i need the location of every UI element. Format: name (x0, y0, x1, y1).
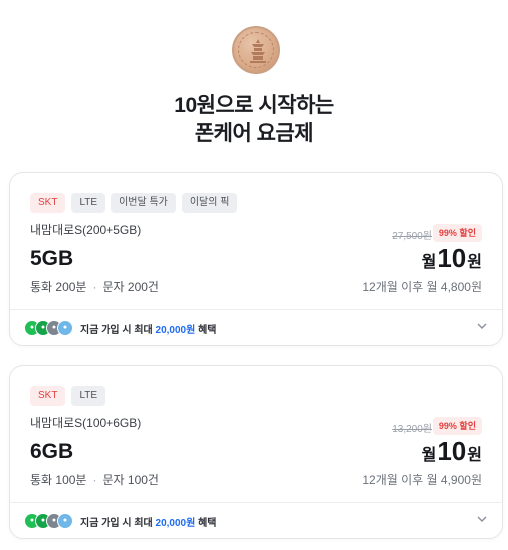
original-price: 13,200원 (392, 424, 432, 435)
usage-details: 통화 100분 · 문자 100건 (30, 471, 159, 488)
chevron-down-icon[interactable] (476, 513, 488, 525)
benefit-text: 지금 가입 시 최대 20,000원 혜택 (80, 514, 217, 529)
divider (10, 502, 502, 503)
plan-name: 내맘대로S(200+5GB) (30, 223, 142, 237)
benefit-prefix: 지금 가입 시 최대 (80, 324, 156, 336)
original-price: 27,500원 (392, 231, 432, 242)
carrier-tag: SKT (30, 193, 66, 213)
price-suffix: 원 (467, 254, 482, 271)
data-allowance: 6GB (30, 440, 74, 463)
separator-dot: · (92, 473, 97, 487)
price-suffix: 원 (467, 447, 482, 464)
discount-badge: 99% 할인 (432, 224, 482, 242)
benefit-amount: 20,000원 (155, 324, 196, 336)
benefit-row[interactable]: ● ● ● ● 지금 가입 시 최대 20,000원 혜택 (24, 319, 217, 337)
network-tag: LTE (71, 193, 106, 213)
plan-name: 내맘대로S(100+6GB) (30, 416, 142, 430)
after-promo-price: 12개월 이후 월 4,900원 (362, 473, 482, 487)
carrier-tag: SKT (30, 386, 66, 406)
benefit-text: 지금 가입 시 최대 20,000원 혜택 (80, 321, 217, 336)
pagoda-icon (250, 39, 266, 63)
promo-tag: 이번달 특가 (111, 193, 176, 213)
monthly-price: 월10원 (422, 243, 482, 274)
network-tag: LTE (71, 386, 106, 406)
headline-line-2: 폰케어 요금제 (194, 122, 314, 145)
call-minutes: 통화 100분 (30, 473, 87, 487)
sms-count: 문자 100건 (102, 473, 159, 487)
price-value: 10 (437, 243, 467, 273)
benefit-suffix: 혜택 (195, 324, 217, 336)
plan-tags: SKT LTE 이번달 특가 이달의 픽 (30, 193, 238, 213)
partner-logos: ● ● ● ● (24, 319, 76, 337)
divider (10, 309, 502, 310)
price-value: 10 (437, 436, 467, 466)
benefit-amount: 20,000원 (155, 517, 196, 529)
ten-won-coin-icon (232, 26, 280, 74)
partner-logos: ● ● ● ● (24, 512, 76, 530)
sms-count: 문자 200건 (102, 280, 159, 294)
after-promo-price: 12개월 이후 월 4,800원 (362, 280, 482, 294)
partner-logo-icon: ● (57, 513, 73, 529)
discount-badge: 99% 할인 (432, 417, 482, 435)
benefit-suffix: 혜택 (195, 517, 217, 529)
price-prefix: 월 (421, 254, 437, 271)
partner-logo-icon: ● (57, 320, 73, 336)
benefit-prefix: 지금 가입 시 최대 (80, 517, 156, 529)
benefit-row[interactable]: ● ● ● ● 지금 가입 시 최대 20,000원 혜택 (24, 512, 217, 530)
plan-card[interactable]: SKT LTE 내맘대로S(100+6GB) 6GB 통화 100분 · 문자 10… (9, 365, 503, 539)
monthly-price: 월10원 (422, 436, 482, 467)
plan-tags: SKT LTE (30, 386, 106, 406)
price-prefix: 월 (421, 447, 437, 464)
pick-tag: 이달의 픽 (181, 193, 238, 213)
data-allowance: 5GB (30, 247, 74, 270)
chevron-down-icon[interactable] (476, 320, 488, 332)
separator-dot: · (92, 280, 97, 294)
plan-card[interactable]: SKT LTE 이번달 특가 이달의 픽 내맘대로S(200+5GB) 5GB … (9, 172, 503, 346)
call-minutes: 통화 200분 (30, 280, 87, 294)
headline-line-1: 10원으로 시작하는 (174, 94, 334, 117)
usage-details: 통화 200분 · 문자 200건 (30, 278, 159, 295)
